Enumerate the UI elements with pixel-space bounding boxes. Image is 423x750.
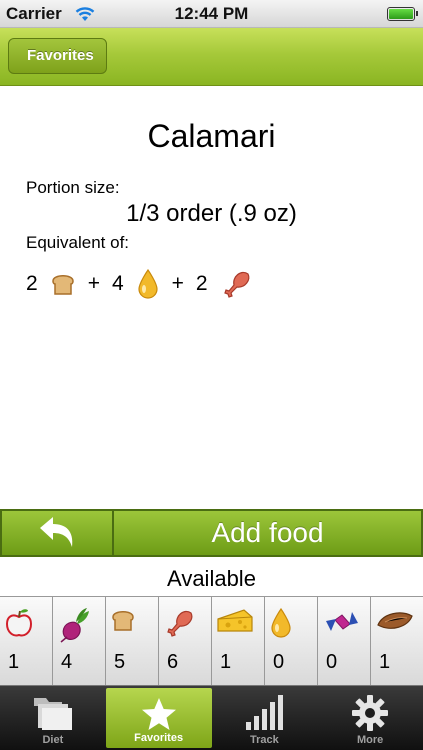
available-count: 0 [273, 651, 285, 673]
tab-diet[interactable]: Diet [0, 686, 106, 750]
equivalent-count-bread: 2 [26, 272, 38, 295]
available-count: 4 [61, 651, 73, 673]
food-name: Calamari [147, 118, 276, 154]
undo-arrow-icon [40, 517, 73, 547]
available-count: 5 [114, 651, 126, 673]
tab-more[interactable]: More [317, 686, 423, 750]
drumstick-icon [167, 610, 193, 637]
bread-icon [51, 275, 74, 295]
portion-size-label: Portion size: [26, 178, 120, 197]
tab-track[interactable]: Track [212, 686, 318, 750]
status-time: 12:44 PM [174, 4, 249, 23]
bar-chart-icon [246, 695, 284, 730]
available-count: 1 [379, 651, 391, 673]
add-food-button[interactable]: Add food [114, 511, 421, 555]
available-item-fruit[interactable]: 1 [0, 597, 53, 685]
available-item-dairy[interactable]: 1 [212, 597, 265, 685]
tab-bar: Diet Favorites Track More [0, 686, 423, 750]
action-bar: Add food [0, 509, 423, 557]
drumstick-icon [223, 271, 249, 298]
star-icon [141, 698, 176, 730]
battery-icon [387, 7, 418, 21]
equivalent-count-oil: 4 [111, 272, 124, 295]
available-item-nut[interactable]: 1 [371, 597, 423, 685]
plus-sign: + [87, 272, 100, 295]
oil-drop-icon [138, 268, 158, 299]
gear-icon [352, 695, 389, 731]
oil-drop-icon [271, 607, 291, 638]
available-item-sweet[interactable]: 0 [318, 597, 371, 685]
available-count: 1 [220, 651, 232, 673]
available-item-fat[interactable]: 0 [265, 597, 318, 685]
folder-icon [33, 698, 72, 730]
available-title: Available [167, 566, 256, 591]
equivalent-label: Equivalent of: [26, 233, 130, 252]
navigation-bar: Favorites [0, 28, 423, 86]
candy-icon [326, 612, 358, 631]
tab-label: Diet [42, 734, 64, 746]
battery-fill [389, 9, 413, 19]
available-count: 0 [326, 651, 338, 673]
portion-size-value: 1/3 order (.9 oz) [126, 200, 297, 227]
tab-favorites[interactable]: Favorites [105, 688, 212, 748]
back-button[interactable]: Favorites [8, 38, 107, 74]
almond-icon [377, 612, 413, 629]
back-button-label: Favorites [27, 47, 94, 64]
available-row: 1 4 5 6 1 0 0 1 [0, 596, 423, 686]
tab-label: More [356, 734, 384, 746]
apple-icon [5, 609, 33, 637]
available-item-protein[interactable]: 6 [159, 597, 212, 685]
available-item-vegetable[interactable]: 4 [53, 597, 106, 685]
tab-label: Favorites [134, 732, 184, 744]
equivalents-row: 2 + 4 + 2 [26, 266, 252, 302]
beet-icon [60, 608, 89, 643]
tab-label: Track [250, 734, 279, 746]
plus-sign: + [171, 272, 184, 295]
available-item-starch[interactable]: 5 [106, 597, 159, 685]
undo-button[interactable] [2, 511, 112, 555]
available-count: 6 [167, 651, 179, 673]
available-count: 1 [8, 651, 20, 673]
status-bar: Carrier 12:44 PM [0, 0, 423, 28]
cheese-icon [217, 609, 253, 632]
bread-icon [112, 611, 134, 631]
equivalent-count-protein: 2 [195, 272, 208, 295]
